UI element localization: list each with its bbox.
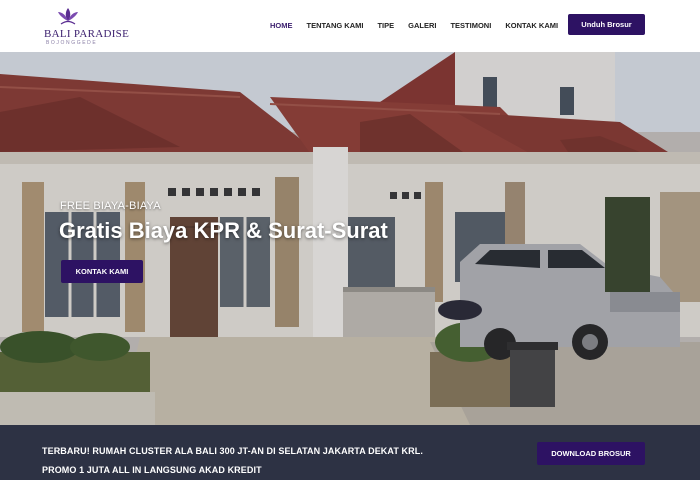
nav-item-testimoni[interactable]: TESTIMONI [450, 21, 491, 30]
nav-item-tentang-kami[interactable]: TENTANG KAMI [307, 21, 364, 30]
brand-name: BALI PARADISE [44, 28, 130, 40]
hero-title: Gratis Biaya KPR & Surat-Surat [59, 218, 388, 243]
main-nav: HOME TENTANG KAMI TIPE GALERI TESTIMONI … [270, 21, 572, 30]
nav-item-home[interactable]: HOME [270, 21, 293, 30]
lotus-icon [58, 8, 78, 25]
promo-bar: TERBARU! RUMAH CLUSTER ALA BALI 300 JT-A… [0, 425, 700, 480]
download-brosur-button[interactable]: DOWNLOAD BROSUR [537, 442, 645, 465]
brand-subtitle: BOJONGGEDE [46, 40, 98, 46]
site-header: BALI PARADISE BOJONGGEDE HOME TENTANG KA… [0, 0, 700, 52]
unduh-brosur-button[interactable]: Unduh Brosur [568, 14, 645, 35]
hero-banner: FREE BIAYA-BIAYA Gratis Biaya KPR & Sura… [0, 52, 700, 425]
nav-item-kontak-kami[interactable]: KONTAK KAMI [505, 21, 558, 30]
kontak-kami-button[interactable]: KONTAK KAMI [61, 260, 143, 283]
brand-logo[interactable]: BALI PARADISE BOJONGGEDE [44, 7, 130, 47]
nav-item-tipe[interactable]: TIPE [377, 21, 394, 30]
nav-item-galeri[interactable]: GALERI [408, 21, 436, 30]
hero-eyebrow: FREE BIAYA-BIAYA [60, 200, 161, 212]
promo-text: TERBARU! RUMAH CLUSTER ALA BALI 300 JT-A… [42, 446, 423, 475]
